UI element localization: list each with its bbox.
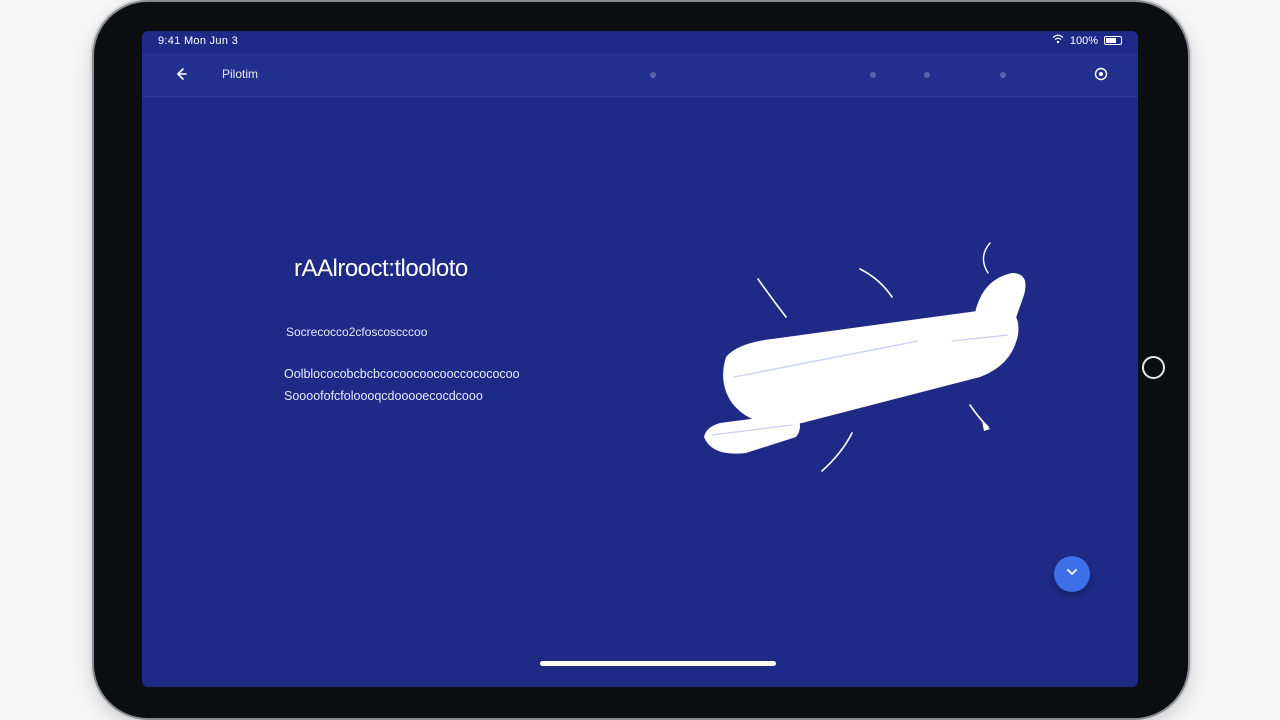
status-indicators: 100%: [1052, 34, 1122, 47]
toolbar-dot: [1000, 72, 1006, 78]
app-title: Pilotim: [222, 67, 259, 81]
hero-headline: rAAlrooct:tlooloto: [294, 255, 468, 282]
hardware-home-button[interactable]: [1142, 356, 1165, 379]
home-indicator[interactable]: [540, 661, 776, 666]
app-screen: 9:41 Mon Jun 3 100% Pilotim rAAlrooct:tl…: [142, 31, 1138, 687]
toolbar-dot: [650, 72, 656, 78]
back-button[interactable]: [170, 65, 192, 87]
battery-icon: [1104, 36, 1122, 45]
back-arrow-icon: [173, 66, 189, 87]
status-time: 9:41 Mon Jun 3: [158, 35, 239, 47]
toolbar-dot: [870, 72, 876, 78]
wifi-icon: [1052, 34, 1064, 47]
settings-icon: [1093, 66, 1109, 87]
hero-subtitle: Socrecocco2cfoscoscccoo: [286, 325, 428, 339]
hero-body-line: Oolblococobcbcbcocoocoocooccocococoo: [284, 367, 520, 381]
settings-button[interactable]: [1090, 65, 1112, 87]
airplane-illustration: [692, 231, 1042, 491]
chevron-down-icon: [1065, 565, 1079, 584]
top-app-bar: Pilotim: [142, 53, 1138, 97]
hero-body-line: Soooofofcfoloooqcdooooecocdcooo: [284, 389, 483, 403]
floating-action-button[interactable]: [1054, 556, 1090, 592]
battery-percent: 100%: [1069, 34, 1098, 47]
status-bar: 9:41 Mon Jun 3 100%: [142, 31, 1138, 53]
hero-body: Oolblococobcbcbcocoocoocooccocococoo Soo…: [284, 363, 644, 407]
toolbar-dot: [924, 72, 930, 78]
